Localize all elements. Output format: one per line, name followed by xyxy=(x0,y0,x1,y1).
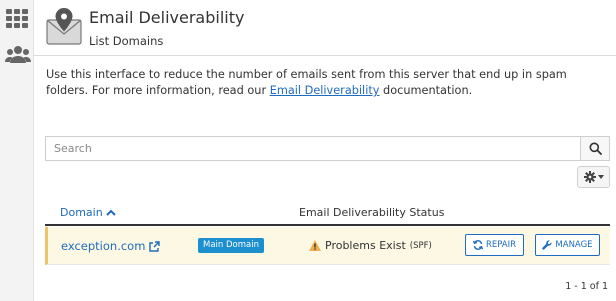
status-text: Problems Exist xyxy=(325,239,406,252)
users-button[interactable] xyxy=(5,45,31,69)
search-bar xyxy=(45,136,610,161)
gear-icon xyxy=(583,171,596,183)
repair-label: REPAIR xyxy=(485,240,517,250)
envelope-icon xyxy=(46,6,82,46)
domain-header-label: Domain xyxy=(60,206,103,219)
domain-name: exception.com xyxy=(61,239,146,253)
manage-label: MANAGE xyxy=(555,240,593,250)
sidebar xyxy=(0,0,34,301)
manage-button[interactable]: MANAGE xyxy=(535,234,600,256)
table-row: exception.com Main Domain Problems Exist… xyxy=(45,227,610,265)
domain-column-header[interactable]: Domain xyxy=(60,206,116,219)
search-input[interactable] xyxy=(45,136,580,161)
warning-icon xyxy=(309,240,321,251)
external-link-icon xyxy=(149,240,161,252)
repair-button[interactable]: REPAIR xyxy=(465,234,524,256)
page-title: Email Deliverability xyxy=(89,8,245,27)
domain-link[interactable]: exception.com xyxy=(61,239,161,253)
grid-icon xyxy=(6,9,28,28)
header-divider xyxy=(34,55,616,56)
main-content: Email Deliverability List Domains Use th… xyxy=(34,0,616,301)
main-domain-badge: Main Domain xyxy=(198,238,264,253)
refresh-icon xyxy=(472,240,483,250)
status-column-header: Email Deliverability Status xyxy=(299,206,445,219)
apps-grid-button[interactable] xyxy=(5,7,29,31)
deliverability-status: Problems Exist (SPF) xyxy=(309,239,432,252)
page-subtitle: List Domains xyxy=(89,34,164,48)
caret-down-icon xyxy=(597,175,604,179)
search-icon xyxy=(589,142,602,155)
description-suffix: documentation. xyxy=(379,84,473,97)
users-icon xyxy=(5,46,31,63)
wrench-icon xyxy=(542,240,552,250)
status-detail: (SPF) xyxy=(409,240,432,251)
settings-dropdown-button[interactable] xyxy=(577,166,610,188)
table-header: Domain Email Deliverability Status xyxy=(45,200,610,226)
pagination-range: 1 - 1 of 1 xyxy=(565,281,608,292)
chevron-up-icon xyxy=(105,209,116,216)
search-button[interactable] xyxy=(580,136,610,161)
page-description: Use this interface to reduce the number … xyxy=(46,67,611,99)
email-deliverability-doc-link[interactable]: Email Deliverability xyxy=(270,84,380,97)
